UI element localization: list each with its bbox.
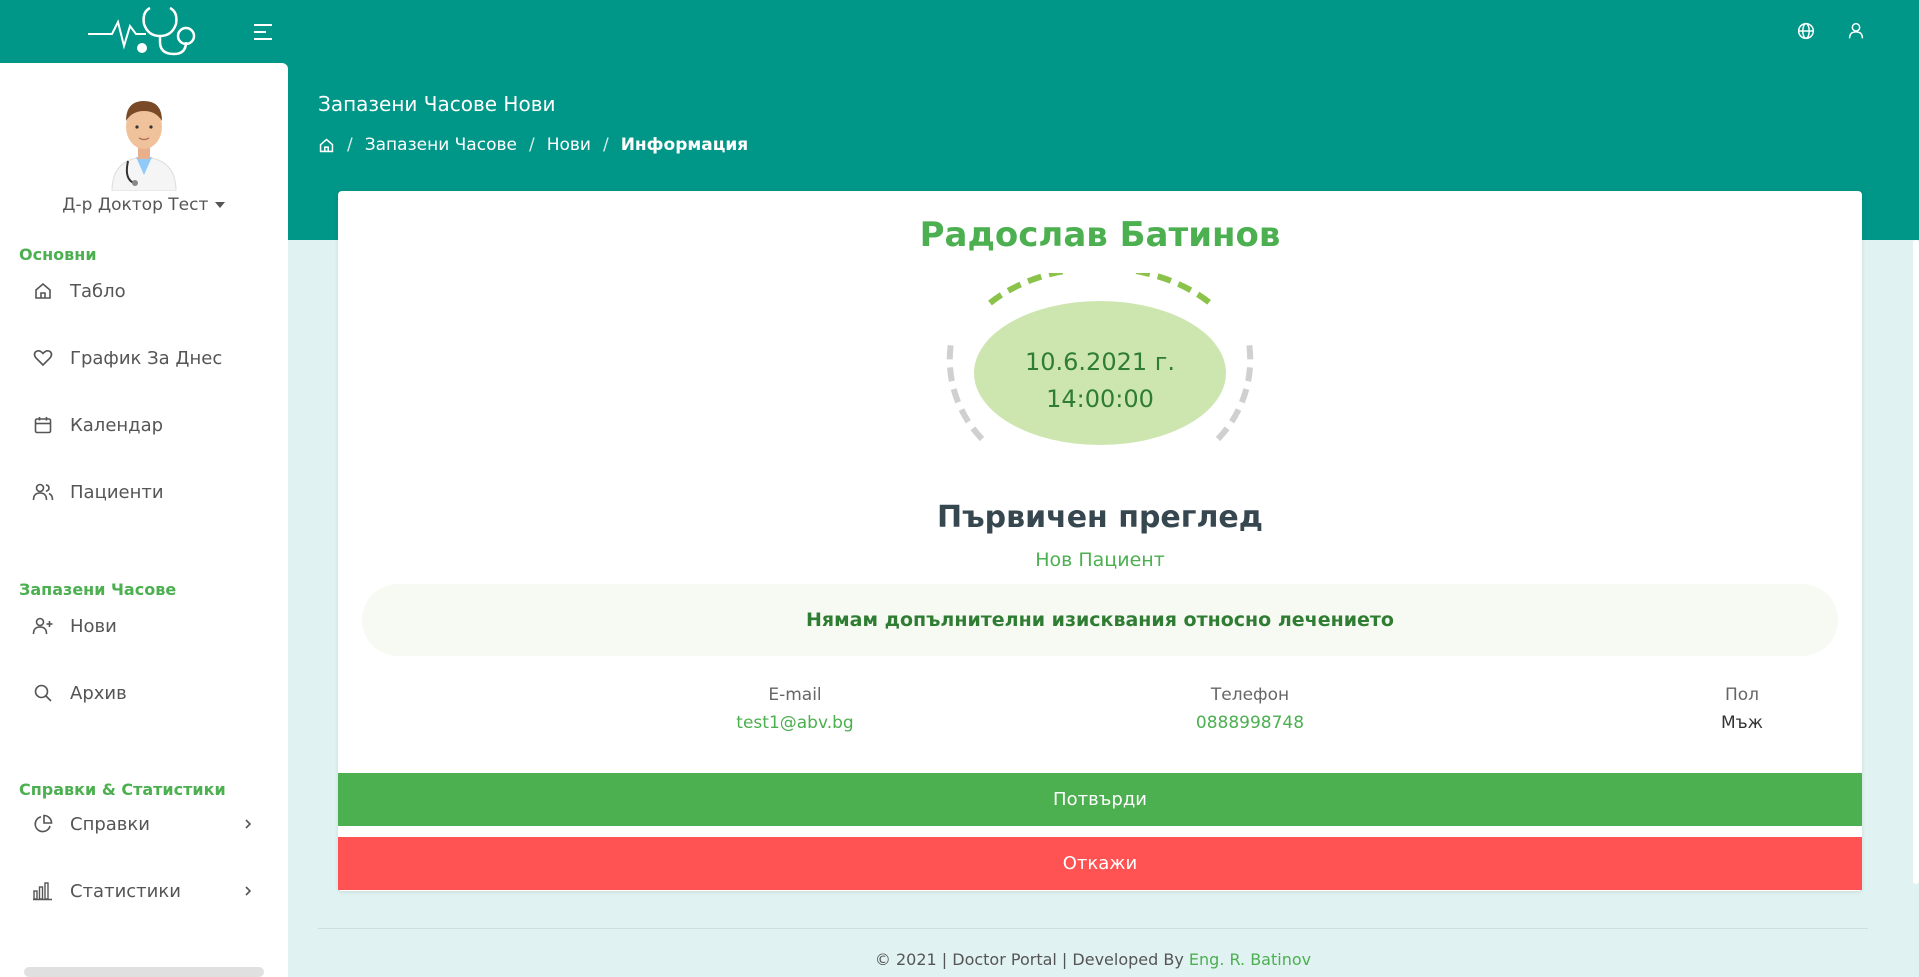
- patient-status: Нов Пациент: [1035, 549, 1165, 571]
- user-menu[interactable]: Д-р Доктор Тест: [0, 195, 288, 215]
- phone-label: Телефон: [1210, 685, 1290, 705]
- footer-text: © 2021 | Doctor Portal | Developed By: [874, 950, 1184, 969]
- sidebar-item-reports[interactable]: Справки: [20, 802, 270, 846]
- sidebar-item-archive[interactable]: Архив: [20, 671, 270, 715]
- breadcrumb-item-appointments[interactable]: Запазени Часове: [365, 135, 517, 155]
- chevron-right-icon: [245, 886, 252, 896]
- menu-icon[interactable]: [252, 20, 276, 44]
- doctor-avatar: [111, 101, 177, 191]
- pie-chart-icon: [32, 813, 54, 835]
- user-icon[interactable]: [1845, 20, 1867, 42]
- footer-divider: [318, 928, 1868, 929]
- section-title-main: Основни: [19, 245, 97, 264]
- confirm-button[interactable]: Потвърди: [338, 773, 1862, 826]
- section-title-reports: Справки & Статистики: [19, 780, 226, 799]
- email-info: E-mail test1@abv.bg: [645, 685, 945, 733]
- gender-info: Пол Мъж: [1592, 685, 1892, 733]
- breadcrumb: / Запазени Часове / Нови / Информация: [318, 135, 748, 155]
- gender-value: Мъж: [1721, 713, 1763, 733]
- home-icon[interactable]: [318, 137, 335, 154]
- appointment-date: 10.6.2021 г.: [1024, 348, 1175, 376]
- breadcrumb-separator: /: [602, 135, 609, 155]
- sidebar-item-label: Нови: [70, 615, 117, 637]
- user-name: Д-р Доктор Тест: [62, 195, 209, 215]
- exam-type: Първичен преглед: [936, 500, 1263, 535]
- sidebar-item-calendar[interactable]: Календар: [20, 403, 270, 447]
- sidebar-item-statistics[interactable]: Статистики: [20, 869, 270, 913]
- sidebar-item-label: Архив: [70, 682, 127, 704]
- appointment-datetime: 10.6.2021 г. 14:00:00: [946, 344, 1254, 418]
- sidebar-item-label: Табло: [70, 280, 126, 302]
- sidebar-item-dashboard[interactable]: Табло: [20, 269, 270, 313]
- footer-author-link[interactable]: Eng. R. Batinov: [1189, 950, 1311, 969]
- page-scrollbar[interactable]: [1913, 240, 1919, 884]
- footer: © 2021 | Doctor Portal | Developed By En…: [318, 950, 1868, 969]
- bar-chart-icon: [32, 880, 54, 902]
- email-label: E-mail: [768, 685, 822, 705]
- chevron-right-icon: [245, 819, 252, 829]
- heart-icon: [32, 347, 54, 369]
- globe-icon[interactable]: [1795, 20, 1817, 42]
- sidebar-item-patients[interactable]: Пациенти: [20, 470, 270, 514]
- sidebar-item-new[interactable]: Нови: [20, 604, 270, 648]
- appointment-card: Радослав Батинов 10.6.2021 г. 14:00:00 П…: [338, 191, 1862, 891]
- cancel-button[interactable]: Откажи: [338, 837, 1862, 890]
- breadcrumb-separator: /: [347, 135, 353, 155]
- sidebar-item-today-schedule[interactable]: График За Днес: [20, 336, 270, 380]
- breadcrumb-item-current: Информация: [620, 135, 749, 155]
- phone-info: Телефон 0888998748: [1100, 685, 1400, 733]
- sidebar: Д-р Доктор Тест Основни Табло График За …: [0, 63, 288, 977]
- stethoscope-logo-icon: [88, 6, 196, 56]
- phone-value[interactable]: 0888998748: [1100, 713, 1400, 733]
- gender-label: Пол: [1724, 685, 1760, 705]
- email-value[interactable]: test1@abv.bg: [645, 713, 945, 733]
- calendar-icon: [32, 414, 54, 436]
- sidebar-item-label: Справки: [70, 813, 150, 835]
- sidebar-item-label: Пациенти: [70, 481, 164, 503]
- sidebar-item-label: Статистики: [70, 880, 181, 902]
- user-plus-icon: [32, 615, 54, 637]
- sidebar-item-label: График За Днес: [70, 347, 223, 369]
- section-title-appointments: Запазени Часове: [19, 580, 177, 599]
- users-icon: [32, 481, 54, 503]
- patient-name: Радослав Батинов: [919, 215, 1281, 255]
- caret-down-icon: [214, 202, 225, 208]
- patient-notes: Нямам допълнителни изисквания относно ле…: [362, 584, 1838, 656]
- home-icon: [32, 280, 54, 302]
- search-icon: [32, 682, 54, 704]
- sidebar-item-label: Календар: [70, 414, 164, 436]
- breadcrumb-item-new[interactable]: Нови: [547, 135, 591, 155]
- page-title: Запазени Часове Нови: [318, 92, 556, 116]
- breadcrumb-separator: /: [528, 135, 535, 155]
- appointment-time: 14:00:00: [1046, 385, 1154, 413]
- sidebar-scrollbar[interactable]: [24, 967, 264, 977]
